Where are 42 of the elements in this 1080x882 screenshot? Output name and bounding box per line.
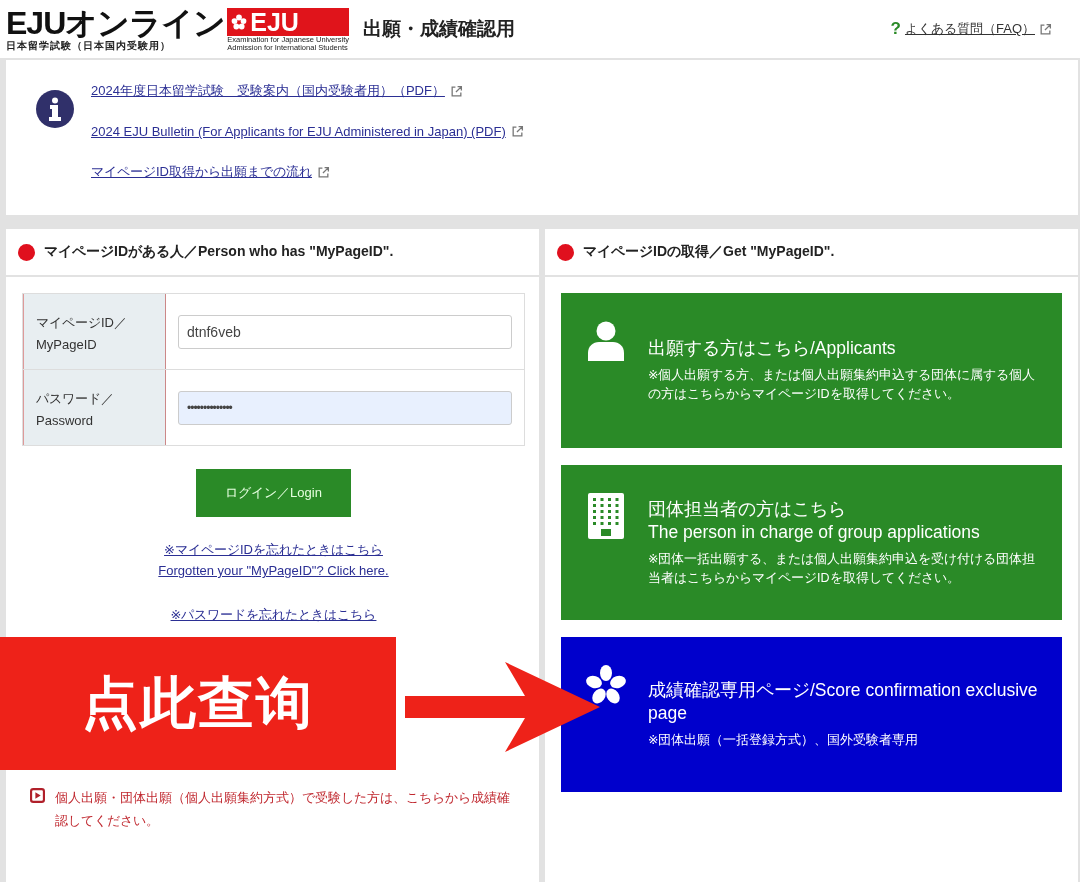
forgot-id-link[interactable]: Forgotten your "MyPageID"? Click here. [158,563,389,578]
bullet-icon [18,243,35,261]
document-link[interactable]: 2024年度日本留学試験 受験案内（国内受験者用）（PDF） [91,82,445,100]
logo-title: EJUオンライン [6,6,226,40]
external-link-icon [510,125,524,138]
card-title: 団体担当者の方はこちら [648,497,847,521]
field-label: マイページID／ MyPageID [23,294,166,369]
card-title: The person in charge of group applications [648,520,981,544]
password-field[interactable]: •••••••••••••• [178,390,512,425]
field-label: パスワード／ Password [23,370,166,445]
register-card[interactable]: 団体担当者の方はこちら The person in charge of group applications ※団体一括出願する、または個人出願集約申込を受け付ける団体担当者はこちらからマイページIDを取得してください。 [561,465,1062,620]
eju-logo-badge: EJU [227,8,349,36]
person-icon [588,321,624,361]
card-note: ※団体一括出願する、または個人出願集約申込を受け付ける団体担当者はこちらからマイページIDを取得してください。 [648,550,1037,587]
panel-heading: マイページIDがある人／Person who has "MyPageID". [44,243,394,261]
register-card[interactable]: 出願する方はこちら/Applicants ※個人出願する方、または個人出願集約申込する団体に属する個人の方はこちらからマイページIDを取得してください。 [561,293,1062,448]
panel-heading: マイページIDの取得／Get "MyPageID". [583,243,835,261]
card-title: 出願する方はこちら/Applicants [648,337,897,360]
help-icon: ? [890,19,901,39]
play-icon [30,788,45,803]
building-icon [588,493,624,539]
faq-link[interactable]: よくある質問（FAQ） [905,20,1035,38]
document-link[interactable]: 2024 EJU Bulletin (For Applicants for EJU Administered in Japan) (PDF) [91,124,506,139]
info-icon [36,90,74,128]
card-note: ※団体出願（一括登録方式）、国外受験者専用 [648,732,920,749]
page-title: 出願・成績確認用 [363,17,515,41]
login-button[interactable]: ログイン／Login [196,469,351,517]
card-title: 成績確認専用ページ/Score confirmation exclusive page [648,679,1039,725]
external-link-icon [449,84,463,98]
forgot-id-link[interactable]: ※マイページIDを忘れたときはこちら [164,541,383,559]
external-link-icon [317,165,330,179]
flower-icon [586,665,626,705]
logo-subtitle: 日本留学試験（日本国内受験用） [6,40,172,52]
forgot-password-link[interactable]: ※パスワードを忘れたときはこちら [170,606,377,624]
callout-banner: 点此查询 [0,637,396,770]
notice-text: 個人出願・団体出願（個人出願集約方式）で受験した方は、こちらから成績確認してください。 [55,789,510,830]
external-link-icon [1039,22,1052,36]
document-link[interactable]: マイページID取得から出願までの流れ [91,163,312,181]
id-field[interactable]: dtnf6veb [178,314,512,349]
bullet-icon [557,243,574,261]
score-page-card[interactable]: 成績確認専用ページ/Score confirmation exclusive page ※団体出願（一括登録方式）、国外受験者専用 [561,637,1062,792]
card-note: ※個人出願する方、または個人出願集約申込する団体に属する個人の方はこちらからマイページIDを取得してください。 [648,367,1037,403]
